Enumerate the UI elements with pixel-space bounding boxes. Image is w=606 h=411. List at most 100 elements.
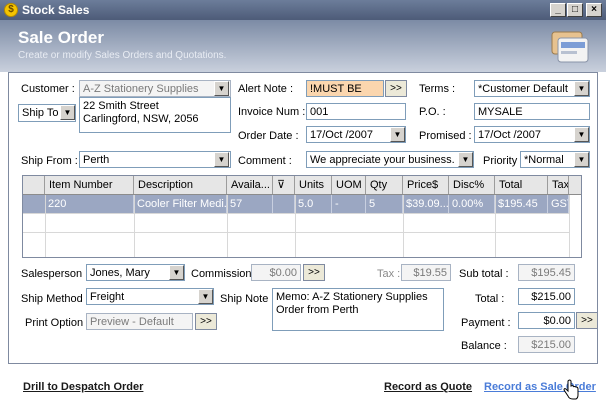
ship-note-field[interactable]: Memo: A-Z Stationery Supplies Order from…: [272, 288, 444, 331]
grid-vline: [403, 195, 404, 257]
subtotal-field[interactable]: $195.45: [518, 264, 575, 281]
drill-to-despatch-link[interactable]: Drill to Despatch Order: [23, 381, 143, 393]
commission-field[interactable]: $0.00: [251, 264, 301, 281]
col-price[interactable]: Price$: [403, 176, 449, 194]
comment-field[interactable]: We appreciate your business.: [306, 151, 474, 168]
minimize-button[interactable]: _: [550, 3, 566, 17]
ship-to-dropdown-icon[interactable]: ▼: [60, 105, 75, 120]
tax-label: Tax :: [377, 268, 401, 280]
col-tax[interactable]: Tax: [548, 176, 569, 194]
col-total[interactable]: Total: [495, 176, 548, 194]
alert-note-button[interactable]: >>: [385, 80, 407, 97]
payment-label: Payment :: [461, 317, 511, 329]
alert-note-label: Alert Note :: [238, 83, 294, 95]
balance-label: Balance :: [461, 340, 507, 352]
ship-method-label: Ship Method :: [21, 293, 89, 305]
ship-from-field[interactable]: Perth: [79, 151, 231, 168]
grid-vline: [495, 195, 496, 257]
invoice-num-field[interactable]: 001: [306, 103, 406, 120]
total-field[interactable]: $215.00: [518, 288, 575, 305]
record-as-quote-link[interactable]: Record as Quote: [384, 381, 472, 393]
cell-qty[interactable]: 5: [366, 195, 403, 213]
grid-vline: [295, 195, 296, 257]
address-line1: 22 Smith Street: [83, 100, 159, 112]
table-row[interactable]: 220 Cooler Filter Medi... 57 5.0 - 5 $39…: [23, 195, 569, 213]
ship-from-label: Ship From :: [21, 155, 78, 167]
print-option-label: Print Option :: [25, 317, 90, 329]
col-qty[interactable]: Qty: [366, 176, 403, 194]
salesperson-label: Salesperson :: [21, 268, 89, 280]
grid-vline: [45, 195, 46, 257]
comment-dropdown-icon[interactable]: ▼: [458, 152, 473, 167]
col-available[interactable]: Availa...: [227, 176, 273, 194]
print-option-button[interactable]: >>: [195, 313, 217, 330]
col-units[interactable]: Units: [295, 176, 332, 194]
grid-line: [23, 213, 569, 214]
tax-field[interactable]: $19.55: [401, 264, 451, 281]
grid-vline: [569, 195, 570, 257]
col-uom[interactable]: UOM: [332, 176, 366, 194]
subtotal-label: Sub total :: [459, 268, 509, 280]
ship-from-dropdown-icon[interactable]: ▼: [214, 152, 229, 167]
col-disc[interactable]: Disc%: [449, 176, 495, 194]
commission-button[interactable]: >>: [303, 264, 325, 281]
customer-field[interactable]: A-Z Stationery Supplies: [79, 80, 231, 97]
cell-total[interactable]: $195.45: [495, 195, 548, 213]
po-label: P.O. :: [419, 106, 446, 118]
cell-uom[interactable]: -: [332, 195, 366, 213]
total-label: Total :: [475, 293, 505, 305]
invoice-num-label: Invoice Num :: [238, 106, 306, 118]
cell-tax[interactable]: GST: [548, 195, 569, 213]
grid-corner: [23, 176, 45, 194]
promised-dropdown-icon[interactable]: ▼: [574, 127, 589, 142]
promised-label: Promised :: [419, 130, 472, 142]
priority-label: Priority :: [483, 155, 524, 167]
page-header: Sale Order Create or modify Sales Orders…: [0, 20, 606, 72]
window-titlebar[interactable]: $ Stock Sales _ □ ×: [0, 0, 606, 20]
line-items-grid[interactable]: Item Number Description Availa... ⊽ Unit…: [22, 175, 582, 258]
priority-dropdown-icon[interactable]: ▼: [574, 152, 589, 167]
col-item-number[interactable]: Item Number: [45, 176, 134, 194]
ship-method-dropdown-icon[interactable]: ▼: [198, 289, 213, 304]
customer-dropdown-icon[interactable]: ▼: [214, 81, 229, 96]
terms-label: Terms :: [419, 83, 456, 95]
salesperson-dropdown-icon[interactable]: ▼: [169, 265, 184, 280]
grid-vline: [134, 195, 135, 257]
po-field[interactable]: MYSALE: [474, 103, 590, 120]
order-date-label: Order Date :: [238, 130, 299, 142]
print-option-field[interactable]: Preview - Default: [86, 313, 193, 330]
cell-item-number[interactable]: 220: [45, 195, 134, 213]
page-title: Sale Order: [18, 28, 104, 47]
hand-cursor-icon: [563, 379, 579, 400]
cell-filter[interactable]: [273, 195, 295, 213]
balance-field[interactable]: $215.00: [518, 336, 575, 353]
commission-label: Commission :: [191, 268, 258, 280]
order-date-dropdown-icon[interactable]: ▼: [390, 127, 405, 142]
sales-cards-icon: [551, 31, 589, 63]
cell-price[interactable]: $39.09...: [403, 195, 449, 213]
ship-method-field[interactable]: Freight: [86, 288, 214, 305]
grid-vline: [227, 195, 228, 257]
cell-available[interactable]: 57: [227, 195, 273, 213]
page-subtitle: Create or modify Sales Orders and Quotat…: [18, 50, 227, 61]
app-coin-icon: $: [4, 3, 18, 17]
ship-to-address[interactable]: 22 Smith Street Carlingford, NSW, 2056: [79, 97, 231, 133]
ship-note-label: Ship Note :: [220, 293, 275, 305]
alert-note-field[interactable]: !MUST BE: [306, 80, 384, 97]
cell-units[interactable]: 5.0: [295, 195, 332, 213]
grid-line: [23, 232, 569, 233]
payment-field[interactable]: $0.00: [518, 312, 575, 329]
maximize-button[interactable]: □: [567, 3, 583, 17]
terms-dropdown-icon[interactable]: ▼: [574, 81, 589, 96]
window-title: Stock Sales: [22, 3, 90, 17]
terms-field[interactable]: *Customer Default: [474, 80, 590, 97]
grid-header: Item Number Description Availa... ⊽ Unit…: [23, 176, 581, 195]
comment-label: Comment :: [238, 155, 292, 167]
promised-field[interactable]: 17/Oct /2007: [474, 126, 590, 143]
payment-button[interactable]: >>: [576, 312, 598, 329]
col-description[interactable]: Description: [134, 176, 227, 194]
cell-description[interactable]: Cooler Filter Medi...: [134, 195, 227, 213]
cell-disc[interactable]: 0.00%: [449, 195, 495, 213]
col-filter[interactable]: ⊽: [273, 176, 295, 194]
close-button[interactable]: ×: [586, 3, 602, 17]
